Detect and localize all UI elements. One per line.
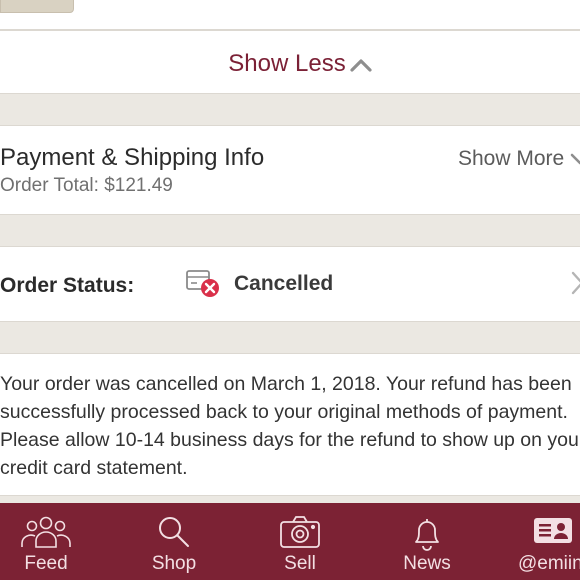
payment-shipping-section: Payment & Shipping Info Order Total: $12…	[0, 125, 580, 215]
search-icon	[159, 517, 189, 547]
nav-item-feed[interactable]: Feed	[0, 503, 92, 580]
chevron-right-icon	[570, 270, 580, 296]
show-more-label: Show More	[458, 147, 565, 170]
collapse-section: Show Less	[0, 30, 580, 94]
cancellation-message-card: Your order was cancelled on March 1, 201…	[0, 353, 580, 496]
show-more-button[interactable]: Show More	[458, 147, 580, 171]
cancelled-package-icon	[185, 265, 221, 299]
nav-item-shop[interactable]: Shop	[128, 503, 220, 580]
nav-label-shop: Shop	[151, 553, 197, 574]
bottom-nav-bar: Feed Shop Sell News @emiin	[0, 503, 580, 580]
cancellation-message: Your order was cancelled on March 1, 201…	[0, 373, 580, 479]
bell-icon	[415, 519, 439, 551]
order-item-card	[0, 0, 580, 30]
profile-card-icon	[534, 518, 572, 543]
nav-label-feed: Feed	[24, 553, 68, 574]
payment-section-title: Payment & Shipping Info	[0, 144, 265, 171]
nav-item-profile[interactable]: @emiin	[510, 503, 580, 580]
nav-label-sell: Sell	[284, 553, 316, 574]
order-status-row[interactable]: Order Status: Cancelled	[0, 246, 580, 322]
people-icon	[21, 516, 71, 548]
order-total: Order Total: $121.49	[0, 175, 173, 196]
camera-icon	[280, 516, 320, 548]
order-status-label: Order Status:	[0, 274, 135, 297]
chevron-down-icon	[570, 147, 580, 171]
show-less-button[interactable]: Show Less	[0, 50, 580, 79]
item-thumbnail[interactable]	[0, 0, 74, 13]
nav-label-news: News	[403, 553, 451, 574]
nav-label-profile: @emiin	[518, 553, 580, 574]
order-status-value: Cancelled	[234, 272, 334, 295]
nav-item-sell[interactable]: Sell	[254, 503, 346, 580]
show-less-label: Show Less	[228, 50, 346, 77]
chevron-up-icon	[350, 51, 372, 79]
nav-item-news[interactable]: News	[381, 503, 473, 580]
